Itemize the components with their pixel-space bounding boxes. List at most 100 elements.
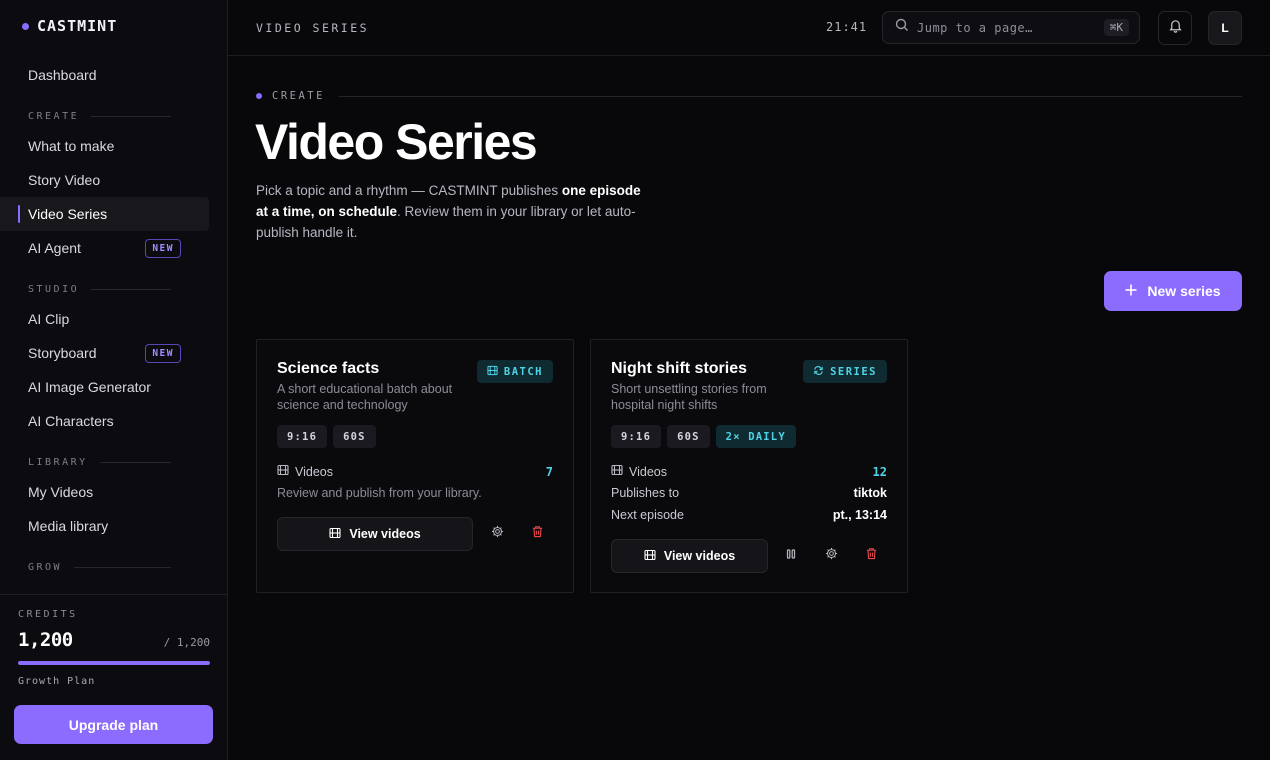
sidebar-item-label: What to make bbox=[28, 138, 115, 154]
brand-logo[interactable]: CASTMINT bbox=[22, 17, 117, 35]
upgrade-plan-button[interactable]: Upgrade plan bbox=[14, 705, 213, 744]
type-badge-label: BATCH bbox=[503, 365, 543, 378]
credits-row: 1,200 / 1,200 bbox=[18, 629, 210, 651]
credits-progress-bar bbox=[18, 661, 210, 665]
series-subtitle: A short educational batch about science … bbox=[277, 382, 453, 412]
next-episode-label: Next episode bbox=[611, 508, 684, 522]
search-input[interactable]: Jump to a page… ⌘K bbox=[882, 11, 1140, 44]
credits-max: / 1,200 bbox=[163, 636, 210, 649]
eyebrow-dot-icon bbox=[256, 93, 262, 99]
film-icon bbox=[644, 549, 656, 564]
section-label: CREATE bbox=[28, 110, 80, 122]
sidebar-item-ai-clip[interactable]: AI Clip bbox=[0, 302, 209, 336]
view-videos-label: View videos bbox=[349, 527, 421, 541]
avatar[interactable]: L bbox=[1208, 11, 1242, 45]
section-label: GROW bbox=[28, 561, 63, 573]
videos-count: 12 bbox=[872, 464, 887, 479]
sidebar-item-ai-agent[interactable]: AI Agent NEW bbox=[0, 231, 209, 265]
section-divider bbox=[91, 288, 171, 290]
series-chips: 9:16 60S 2× DAILY bbox=[611, 425, 796, 448]
pause-button[interactable] bbox=[781, 546, 801, 566]
desc-text: Pick a topic and a rhythm — CASTMINT pub… bbox=[256, 183, 562, 198]
film-icon bbox=[611, 464, 623, 479]
sidebar-item-dashboard[interactable]: Dashboard bbox=[0, 58, 209, 92]
credits-value: 1,200 bbox=[18, 629, 73, 651]
new-badge: NEW bbox=[145, 343, 181, 363]
series-card: Night shift stories Short unsettling sto… bbox=[590, 339, 908, 593]
delete-button[interactable] bbox=[527, 524, 547, 544]
videos-label: Videos bbox=[277, 464, 333, 479]
duration-chip: 60S bbox=[333, 425, 376, 448]
plus-icon bbox=[1125, 283, 1137, 299]
gear-icon bbox=[491, 525, 504, 543]
brand-dot-icon bbox=[22, 22, 29, 30]
new-series-label: New series bbox=[1147, 283, 1221, 299]
delete-button[interactable] bbox=[861, 546, 881, 566]
sidebar-item-label: Dashboard bbox=[28, 67, 97, 83]
sidebar-item-ai-image-generator[interactable]: AI Image Generator bbox=[0, 370, 209, 404]
type-badge-label: SERIES bbox=[830, 365, 877, 378]
sidebar-section-grow: GROW bbox=[0, 554, 199, 580]
search-icon bbox=[895, 18, 909, 37]
page-title: Video Series bbox=[255, 114, 538, 170]
videos-label-text: Videos bbox=[629, 464, 667, 479]
trash-icon bbox=[865, 547, 878, 565]
credits-label: CREDITS bbox=[18, 609, 78, 620]
view-videos-label: View videos bbox=[663, 549, 736, 563]
sidebar-item-storyboard[interactable]: Storyboard NEW bbox=[0, 336, 209, 370]
new-badge: NEW bbox=[145, 238, 181, 258]
sidebar-item-what-to-make[interactable]: What to make bbox=[0, 129, 209, 163]
publishes-label: Publishes to bbox=[611, 486, 680, 500]
view-videos-button[interactable]: View videos bbox=[277, 517, 473, 551]
section-label: LIBRARY bbox=[28, 456, 88, 468]
series-card: Science facts A short educational batch … bbox=[256, 339, 574, 593]
videos-label: Videos bbox=[611, 464, 667, 479]
sidebar-item-media-library[interactable]: Media library bbox=[0, 509, 209, 543]
bell-icon bbox=[1168, 18, 1183, 38]
notifications-button[interactable] bbox=[1158, 11, 1192, 45]
sidebar-item-label: Story Video bbox=[28, 172, 101, 188]
new-series-button[interactable]: New series bbox=[1104, 271, 1242, 311]
sidebar-item-label: Media library bbox=[28, 518, 109, 534]
sidebar-item-story-video[interactable]: Story Video bbox=[0, 163, 209, 197]
plan-name: Growth Plan bbox=[18, 676, 96, 687]
pause-icon bbox=[785, 547, 797, 565]
publishes-value: tiktok bbox=[853, 486, 887, 500]
sidebar-item-my-videos[interactable]: My Videos bbox=[0, 475, 209, 509]
credits-panel: CREDITS 1,200 / 1,200 Growth Plan bbox=[0, 594, 228, 687]
videos-row: Videos 7 bbox=[277, 464, 553, 479]
eyebrow-text: CREATE bbox=[272, 90, 325, 102]
topbar: VIDEO SERIES 21:41 Jump to a page… ⌘K L bbox=[228, 0, 1270, 56]
series-subtitle: Short unsettling stories from hospital n… bbox=[611, 382, 767, 412]
film-icon bbox=[329, 527, 341, 542]
repeat-icon bbox=[813, 365, 824, 379]
type-badge: BATCH bbox=[476, 360, 553, 383]
videos-count: 7 bbox=[545, 464, 553, 479]
sidebar-item-label: My Videos bbox=[28, 484, 94, 500]
series-title: Night shift stories bbox=[611, 360, 748, 377]
credits-progress-fill bbox=[18, 661, 210, 665]
next-episode-row: Next episode pt., 13:14 bbox=[611, 508, 887, 522]
sidebar-nav: Dashboard CREATE What to make Story Vide… bbox=[0, 58, 228, 588]
trash-icon bbox=[531, 525, 544, 543]
type-badge: SERIES bbox=[803, 360, 887, 383]
sidebar-item-ai-characters[interactable]: AI Characters bbox=[0, 404, 209, 438]
sidebar: CASTMINT Dashboard CREATE What to make S… bbox=[0, 0, 228, 760]
sidebar-section-create: CREATE bbox=[0, 103, 199, 129]
gear-icon bbox=[825, 547, 838, 565]
sidebar-item-video-series[interactable]: Video Series bbox=[0, 197, 209, 231]
series-chips: 9:16 60S bbox=[277, 425, 376, 448]
publishes-row: Publishes to tiktok bbox=[611, 486, 887, 500]
frequency-chip: 2× DAILY bbox=[715, 425, 796, 448]
settings-button[interactable] bbox=[487, 524, 507, 544]
sidebar-item-label: AI Agent bbox=[28, 240, 81, 256]
videos-label-text: Videos bbox=[295, 464, 333, 479]
series-title: Science facts bbox=[277, 360, 380, 377]
sidebar-section-library: LIBRARY bbox=[0, 449, 199, 475]
search-placeholder: Jump to a page… bbox=[917, 20, 1033, 35]
settings-button[interactable] bbox=[821, 546, 841, 566]
duration-chip: 60S bbox=[667, 425, 710, 448]
view-videos-button[interactable]: View videos bbox=[611, 539, 768, 573]
videos-row: Videos 12 bbox=[611, 464, 887, 479]
sidebar-section-studio: STUDIO bbox=[0, 276, 199, 302]
